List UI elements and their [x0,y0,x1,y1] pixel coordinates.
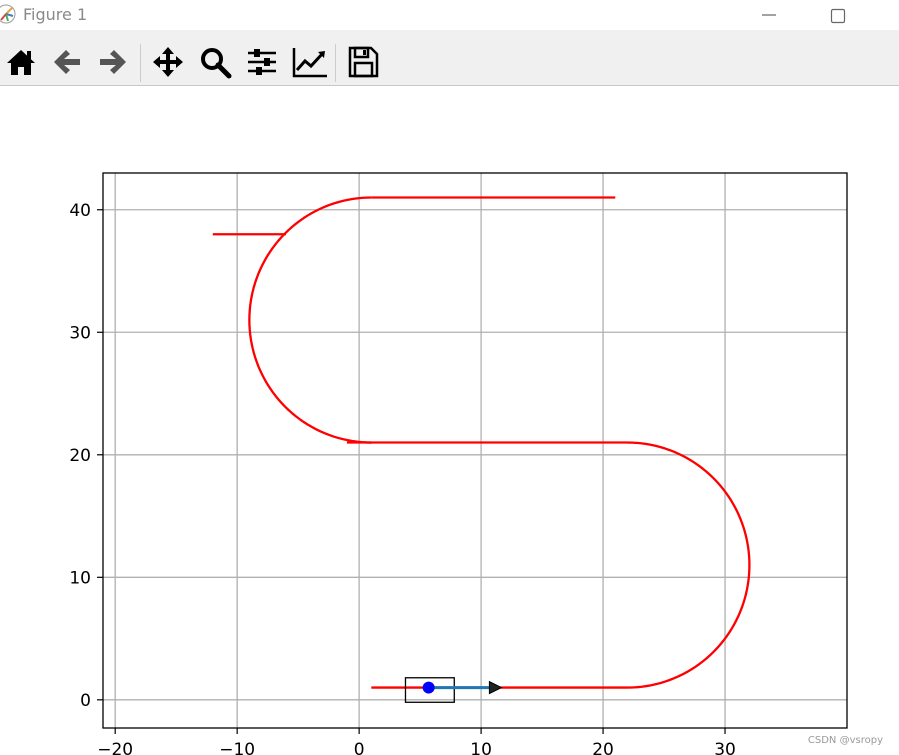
axis-ticks: −20 −10 0 10 20 30 0 10 20 30 40 [69,201,735,755]
configure-subplots-button[interactable] [242,44,282,82]
window-title: Figure 1 [23,5,88,24]
y-tick-label: 40 [69,201,91,221]
path-segment-arc [627,441,751,689]
navigation-toolbar [0,30,899,86]
x-tick-label: 0 [354,740,365,755]
pan-icon [153,47,183,77]
configure-subplots-icon [248,49,276,75]
y-tick-label: 0 [80,691,91,711]
back-icon [54,50,80,74]
edit-axis-button[interactable] [288,44,328,82]
y-tick-label: 20 [69,446,91,466]
forward-icon [100,50,126,74]
x-tick-label: 10 [470,740,492,755]
home-icon [7,50,35,75]
x-tick-label: −10 [219,740,255,755]
minimize-button[interactable] [749,2,789,28]
edit-axis-icon [292,48,327,78]
vehicle-marker [404,677,503,703]
figure-canvas[interactable]: −20 −10 0 10 20 30 0 10 20 30 40 CSDN @vsropy [0,86,899,755]
x-tick-label: −20 [97,740,133,755]
zoom-button[interactable] [195,44,235,82]
title-bar: Figure 1 [0,0,899,30]
watermark-text: CSDN @vsropy [807,735,883,746]
heading-arrow-head [488,680,503,695]
zoom-icon [201,48,232,79]
y-tick-label: 10 [69,568,91,588]
pan-button[interactable] [148,44,188,82]
y-tick-label: 30 [69,323,91,343]
plot-area[interactable]: −20 −10 0 10 20 30 0 10 20 30 40 [0,86,899,755]
save-button[interactable] [343,44,383,82]
grid-lines [103,173,847,728]
matplotlib-app-icon [0,4,16,24]
home-button[interactable] [1,44,41,82]
toolbar-separator [140,44,141,82]
maximize-icon [830,8,846,24]
maximize-button[interactable] [818,2,858,28]
vehicle-position-point [422,681,435,694]
forward-button[interactable] [93,44,133,82]
toolbar-separator [335,44,336,82]
axes-frame [102,172,848,729]
minimize-icon [762,14,776,16]
save-icon [348,46,379,78]
x-tick-label: 30 [714,740,736,755]
back-button[interactable] [47,44,87,82]
x-tick-label: 20 [592,740,614,755]
